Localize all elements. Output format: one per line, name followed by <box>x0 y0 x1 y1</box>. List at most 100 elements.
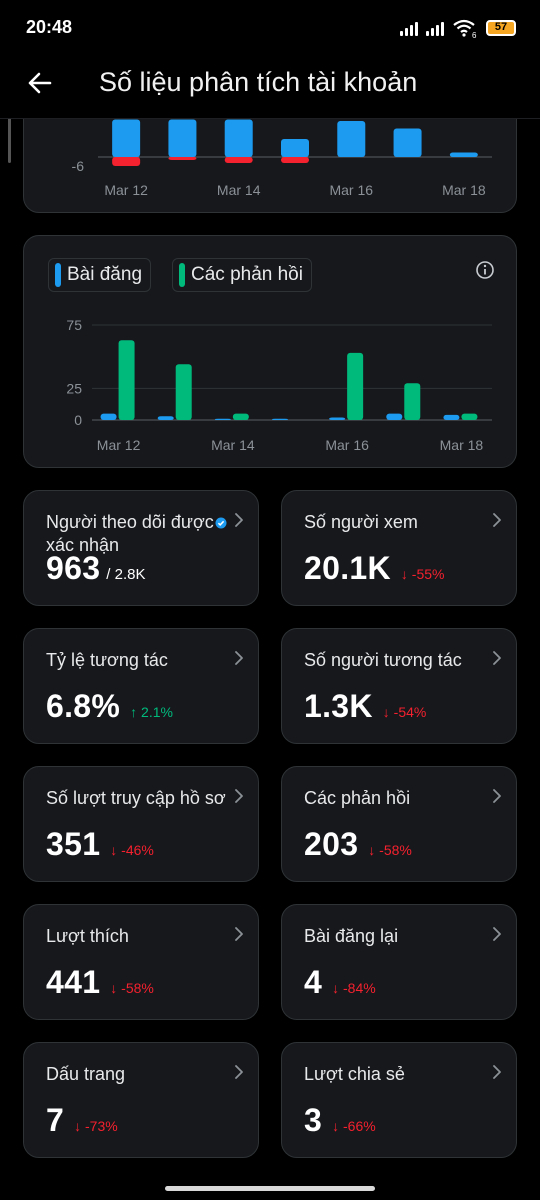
posts-bar[interactable] <box>100 413 117 420</box>
stat-card[interactable]: Số người tương tác 1.3K ↓ -54% <box>281 628 517 744</box>
posts-bar[interactable] <box>329 417 346 420</box>
stat-change: ↓ -84% <box>332 980 376 996</box>
stat-label: Số người tương tác <box>304 650 462 670</box>
stat-value: 1.3K <box>304 688 373 724</box>
impressions-bar[interactable] <box>112 119 141 158</box>
impressions-bar[interactable] <box>224 119 253 158</box>
impressions-bar[interactable] <box>168 119 197 158</box>
posts-bar[interactable] <box>443 414 460 420</box>
status-bar: 20:48 6 57 <box>0 0 540 52</box>
stat-card[interactable]: Bài đăng lại 4 ↓ -84% <box>281 904 517 1020</box>
posts-bar[interactable] <box>386 413 403 420</box>
stat-card[interactable]: Số lượt truy cập hồ sơ 351 ↓ -46% <box>23 766 259 882</box>
cell-signal-icon <box>400 20 418 36</box>
stat-card[interactable]: Lượt thích 441 ↓ -58% <box>23 904 259 1020</box>
battery-icon: 57 <box>486 20 516 36</box>
stat-label: Số người xem <box>304 512 418 532</box>
chevron-right-icon <box>232 1065 246 1079</box>
negative-bar[interactable] <box>224 157 253 163</box>
stat-label: Số lượt truy cập hồ sơ <box>46 788 226 808</box>
impressions-bar[interactable] <box>281 139 309 157</box>
y-tick-label: 25 <box>66 380 82 396</box>
chevron-right-icon <box>232 651 246 665</box>
x-tick-label: Mar 16 <box>329 182 373 198</box>
chevron-right-icon <box>490 651 504 665</box>
battery-level: 57 <box>494 21 508 33</box>
stat-card[interactable]: Các phản hồi 203 ↓ -58% <box>281 766 517 882</box>
posts-bar[interactable] <box>272 418 288 420</box>
chevron-right-icon <box>232 927 246 941</box>
cell-signal-icon <box>426 20 444 36</box>
stat-value-row: 20.1K ↓ -55% <box>304 550 444 587</box>
impressions-bar[interactable] <box>449 152 478 158</box>
x-tick-label: Mar 18 <box>440 437 484 453</box>
stat-card[interactable]: Lượt chia sẻ 3 ↓ -66% <box>281 1042 517 1158</box>
stat-value-row: 6.8% ↑ 2.1% <box>46 688 173 725</box>
negative-bar[interactable] <box>168 157 197 160</box>
stat-value: 3 <box>304 1102 323 1138</box>
stat-value: 963 <box>46 550 101 586</box>
stat-value-row: 4 ↓ -84% <box>304 964 376 1001</box>
stat-value: 351 <box>46 826 101 862</box>
replies-bar[interactable] <box>175 364 192 420</box>
stat-label: Lượt thích <box>46 926 129 946</box>
stat-change: ↑ 2.1% <box>130 704 173 720</box>
stat-change: ↓ -58% <box>368 842 412 858</box>
stat-value-row: 351 ↓ -46% <box>46 826 154 863</box>
stat-label: Lượt chia sẻ <box>304 1064 405 1084</box>
posts-bar[interactable] <box>157 416 174 420</box>
y-tick-label: 75 <box>66 317 82 333</box>
y-tick-label: 0 <box>74 412 82 428</box>
x-tick-label: Mar 12 <box>97 437 141 453</box>
impressions-bar[interactable] <box>337 121 366 157</box>
stat-label: Tỷ lệ tương tác <box>46 650 168 670</box>
stat-change: ↓ -54% <box>382 704 427 720</box>
posts-bar[interactable] <box>214 418 231 420</box>
chevron-right-icon <box>490 789 504 803</box>
x-tick-label: Mar 16 <box>325 437 369 453</box>
chevron-right-icon <box>490 1065 504 1079</box>
home-indicator[interactable] <box>165 1186 375 1191</box>
stat-value-row: 441 ↓ -58% <box>46 964 154 1001</box>
stat-value-row: 3 ↓ -66% <box>304 1102 376 1139</box>
stat-card[interactable]: Người theo dõi được xác nhận 963/ 2.8K <box>23 490 259 606</box>
stat-value: 6.8% <box>46 688 121 724</box>
stat-value: 4 <box>304 964 323 1000</box>
page-title: Số liệu phân tích tài khoản <box>99 67 418 97</box>
stat-value: 20.1K <box>304 550 391 586</box>
stat-label: Dấu trang <box>46 1064 126 1084</box>
stat-card[interactable]: Tỷ lệ tương tác 6.8% ↑ 2.1% <box>23 628 259 744</box>
impressions-bar[interactable] <box>393 128 422 158</box>
wifi-badge: 6 <box>472 31 477 38</box>
header: Số liệu phân tích tài khoản <box>0 52 540 119</box>
chevron-right-icon <box>490 927 504 941</box>
y-tick-label: -6 <box>72 158 85 174</box>
stat-value-row: 7 ↓ -73% <box>46 1102 118 1139</box>
replies-bar[interactable] <box>461 413 478 420</box>
stat-change: ↓ -73% <box>74 1118 118 1134</box>
stat-label: Các phản hồi <box>304 788 411 808</box>
stat-change: ↓ -46% <box>110 842 154 858</box>
stat-value-row: 1.3K ↓ -54% <box>304 688 426 725</box>
negative-bar[interactable] <box>281 157 309 163</box>
replies-bar[interactable] <box>118 340 135 420</box>
status-time: 20:48 <box>26 17 73 37</box>
replies-bar[interactable] <box>232 413 249 420</box>
replies-bar[interactable] <box>347 352 364 420</box>
arrow-left-icon[interactable] <box>24 67 56 99</box>
stat-change: ↓ -58% <box>110 980 154 996</box>
stat-change: ↓ -66% <box>332 1118 376 1134</box>
chevron-right-icon <box>490 513 504 527</box>
stat-card[interactable]: Dấu trang 7 ↓ -73% <box>23 1042 259 1158</box>
wifi-icon: 6 <box>453 19 477 38</box>
posts-replies-chart: 75 25 0 Mar 12 Mar 14 Mar 16 Mar 18 <box>66 317 492 453</box>
stat-card[interactable]: Số người xem 20.1K ↓ -55% <box>281 490 517 606</box>
posts-replies-chart-card: Bài đăng Các phản hồi 75 25 0 Mar 12 Mar 14 M… <box>23 235 517 468</box>
stat-value: 441 <box>46 964 101 1000</box>
status-icons: 6 57 <box>400 18 516 38</box>
negative-bar[interactable] <box>112 157 141 166</box>
replies-bar[interactable] <box>404 383 421 420</box>
x-tick-label: Mar 14 <box>217 182 261 198</box>
verified-badge-icon <box>215 516 227 529</box>
stat-change: ↓ -55% <box>400 566 445 582</box>
